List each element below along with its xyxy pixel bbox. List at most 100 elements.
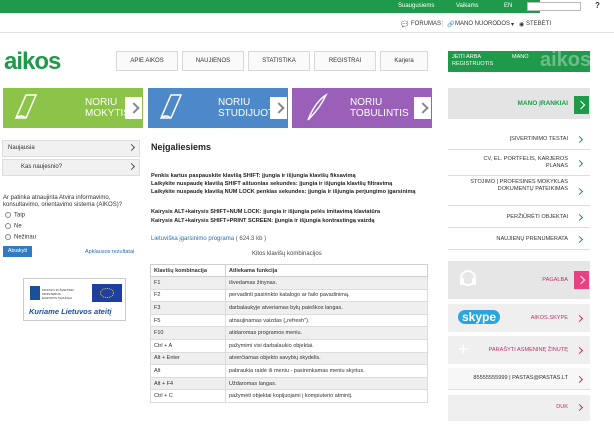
login-panel[interactable]: JEITI ARBA REGISTRUOTIS MANO aikos [448, 49, 592, 72]
cell-function: atnaujinamas vaizdas („refresh"). [225, 313, 428, 328]
eu-stars [100, 288, 114, 298]
cell-key: F3 [150, 301, 226, 315]
chevron-right-icon [575, 346, 584, 355]
help-icon[interactable]: ? [595, 1, 600, 10]
tab-label: Kas naujesnio? [21, 164, 63, 170]
search-input[interactable] [527, 2, 581, 11]
nav-naujienos[interactable]: NAUJIENOS [182, 51, 244, 71]
tile-mokytis[interactable]: NORIU MOKYTIS [3, 88, 143, 128]
radio[interactable] [5, 223, 11, 229]
tool-item-prenumerata[interactable]: NAUJIENŲ PRENUMERATA [448, 228, 590, 250]
radio[interactable] [5, 234, 11, 240]
tool-item-objektai[interactable]: PERŽIŪRĖTI OBJEKTAI [448, 206, 590, 228]
shortcut-text-3: Laikykite nuspaudę klavišą NUM LOCK penk… [151, 189, 416, 195]
link-suaugusiems[interactable]: Suaugusiems [398, 3, 434, 9]
cell-key: F1 [150, 276, 226, 290]
my-tools-header[interactable]: MANO ĮRANKIAI [448, 88, 590, 119]
mano-text: MANO [512, 54, 529, 60]
nav-apie[interactable]: APIE AIKOS [116, 51, 178, 71]
cell-function: atidaromas programos meniu. [225, 326, 428, 340]
lang-switch[interactable]: EN [504, 3, 512, 9]
chevron-right-icon[interactable] [574, 96, 589, 114]
skype-item[interactable]: skype AIKOS.SKYPE [448, 304, 590, 332]
logo[interactable]: aikos [4, 48, 61, 76]
chat-icon: 💬 [401, 22, 409, 28]
banner-slogan: Kuriame Lietuvos ateitį [29, 307, 112, 316]
tile-arrow[interactable] [125, 97, 142, 119]
tile-arrow[interactable] [414, 97, 431, 119]
table-row: Alt + F4 Uždaromas langas. [150, 376, 428, 391]
link-icon: 🔗 [447, 22, 455, 28]
link-stebeti[interactable]: STEBĖTI [526, 21, 551, 27]
cell-function: pažymėti objektai kopijuojami į kompiute… [225, 389, 428, 403]
chevron-right-icon [575, 159, 584, 168]
nav-statistika[interactable]: STATISTIKA [248, 51, 310, 71]
table-row: Alt + Enter atverčiamas objekto savybių s… [150, 351, 428, 366]
tile-tobulintis[interactable]: NORIU TOBULINTIS [292, 88, 432, 128]
phone-number[interactable]: 85555555999 [473, 375, 507, 381]
vote-button[interactable]: Atsakyti [3, 246, 32, 257]
tile-label: NORIU MOKYTIS [85, 97, 131, 119]
eu-flag-icon [92, 284, 122, 302]
watermark-logo: aikos [540, 49, 592, 71]
skype-label: AIKOS.SKYPE [530, 315, 568, 321]
login-text[interactable]: JEITI ARBA REGISTRUOTIS [452, 54, 493, 68]
tab-naujausia[interactable]: Naujausia [2, 140, 140, 157]
eu-banner[interactable]: MOKSLO IR ŠVIETIMO MINISTERIJA EUROPOS S… [23, 278, 126, 321]
tool-label: STOJIMO | PROFESINES MOKYKLAS DOKUMENTŲ … [470, 179, 568, 192]
tile-arrow[interactable] [270, 97, 287, 119]
column-header: Atliekama funkcija [225, 264, 428, 277]
chevron-right-icon [575, 213, 584, 222]
cell-function: atverčiamas objekto savybių skydelis. [225, 351, 428, 366]
cell-key: Alt [150, 364, 226, 378]
message-label: PARAŠYTI ASMENINĘ ŽINUTĘ [488, 347, 568, 353]
download-link[interactable]: Lietuviška įgarsinimo programa ( 624.3 k… [151, 236, 266, 242]
table-row: Alt pabraukia raidė iš meniu - pasirenkam… [150, 364, 428, 378]
shortcut-text-2: Laikykite nuspaudę klavišą SHIFT aštuoni… [151, 181, 393, 187]
help-header[interactable]: PAGALBA [448, 261, 590, 299]
tile-label: NORIU STUDIJUOTI [218, 97, 277, 119]
poll-option-taip[interactable]: Taip [5, 212, 25, 219]
table-caption: Kitos klavišų kombinacijos [252, 251, 322, 257]
top-bar: Suaugusiems Vaikams EN ? [0, 0, 614, 13]
document-icon [159, 94, 183, 119]
chevron-right-icon [575, 187, 584, 196]
cell-key: F10 [150, 326, 226, 340]
download-link-text[interactable]: Lietuviška įgarsinimo programa [151, 236, 234, 242]
chevron-right-icon[interactable] [574, 271, 589, 289]
tool-item-testai[interactable]: ĮSIVERTINIMO TESTAI [448, 128, 590, 150]
email-address[interactable]: PASTAS@PASTAS.LT [512, 375, 568, 381]
nav-registrai[interactable]: REGISTRAI [314, 51, 376, 71]
help-label: PAGALBA [542, 277, 568, 283]
tool-item-cv[interactable]: CV, EL. PORTFELIS, KARJEROS PLANAS [448, 150, 590, 176]
tile-label: NORIU TOBULINTIS [350, 97, 409, 119]
poll-option-nezinau[interactable]: Nežinau [5, 234, 36, 241]
chevron-right-icon [575, 235, 584, 244]
shortcut-text-4: Kairysis ALT+kairysis SHIFT+NUM LOCK: įj… [151, 209, 381, 215]
tool-label: PERŽIŪRĖTI OBJEKTAI [506, 214, 568, 220]
link-vaikams[interactable]: Vaikams [456, 3, 479, 9]
option-label: Nežinau [14, 234, 37, 241]
table-row: F1 išvedamas žinynas. [150, 276, 428, 290]
tab-kas-naujesnio[interactable]: Kas naujesnio? [2, 159, 140, 176]
message-item[interactable]: + PARAŠYTI ASMENINĘ ŽINUTĘ [448, 336, 590, 364]
table-row: F10 atidaromas programos meniu. [150, 326, 428, 340]
table-row: Ctrl + Cpažymėti objektai kopijuojami į … [150, 389, 428, 403]
nav-karjera[interactable]: Karjera [380, 51, 428, 71]
shortcut-text-5: Kairysis ALT+kairysis SHIFT+PRINT SCREEN… [151, 218, 375, 224]
contact-item: 85555555999 | PASTAS@PASTAS.LT [448, 368, 590, 390]
link-mano-nuorodos[interactable]: MANO NUORODOS [455, 21, 510, 27]
tab-label: Naujausia [8, 145, 35, 151]
faq-item[interactable]: DUK [448, 395, 590, 421]
tool-item-stojimo[interactable]: STOJIMO | PROFESINES MOKYKLAS DOKUMENTŲ … [448, 176, 590, 206]
tile-studijuoti[interactable]: NORIU STUDIJUOTI [148, 88, 288, 128]
cell-function: Uždaromas langas. [225, 376, 428, 391]
cell-function: pabraukia raidė iš meniu - pasirenkamas … [225, 364, 428, 378]
poll-results-link[interactable]: Apklausos rezultatai [85, 249, 134, 255]
radio[interactable] [5, 212, 11, 218]
chevron-down-icon[interactable]: ▾ [511, 21, 514, 28]
link-forumas[interactable]: FORUMAS [411, 21, 441, 27]
table-row: Ctrl + Apažymimi visi darbalaukio objekt… [150, 338, 428, 353]
cell-function: pažymimi visi darbalaukio objektai. [225, 338, 428, 353]
poll-option-ne[interactable]: Ne [5, 223, 22, 230]
